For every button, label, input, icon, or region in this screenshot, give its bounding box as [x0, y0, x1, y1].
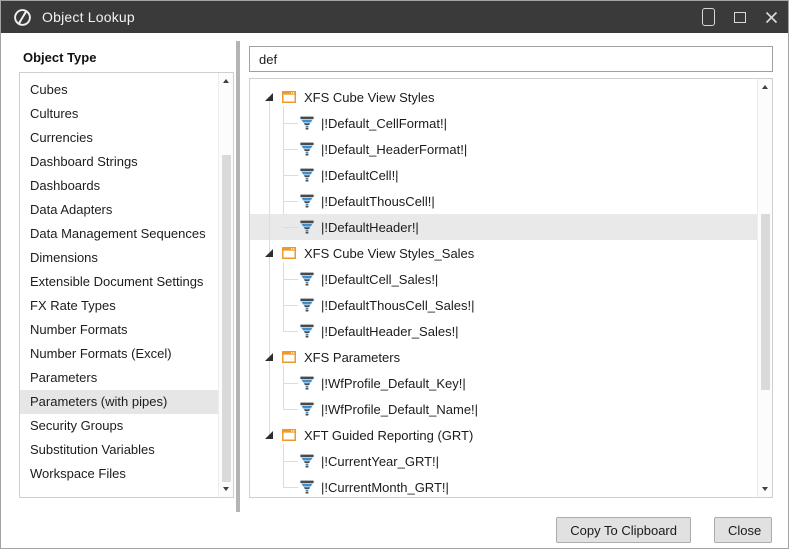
tree-item-label: |!DefaultCell_Sales!| [321, 272, 438, 287]
tree-root-guide-line [269, 97, 270, 435]
tree-item-row[interactable]: |!DefaultThousCell_Sales!| [250, 292, 757, 318]
tree-item-row[interactable]: |!Default_HeaderFormat!| [250, 136, 757, 162]
tree-item-row[interactable]: |!WfProfile_Default_Key!| [250, 370, 757, 396]
object-type-item[interactable]: Security Groups [20, 414, 218, 438]
tree-group-label: XFS Cube View Styles_Sales [304, 246, 474, 261]
document-icon[interactable] [702, 8, 715, 26]
object-type-item[interactable]: Data Management Sequences [20, 222, 218, 246]
maximize-icon[interactable] [734, 12, 746, 23]
funnel-icon [300, 272, 314, 286]
panel-splitter[interactable] [236, 41, 240, 512]
object-type-item[interactable]: Dimensions [20, 246, 218, 270]
funnel-icon [300, 116, 314, 130]
object-type-item[interactable]: Currencies [20, 126, 218, 150]
object-type-header: Object Type [23, 50, 96, 65]
tree-group-row[interactable]: XFT Guided Reporting (GRT) [250, 422, 757, 448]
scrollbar-down-arrow[interactable] [758, 482, 772, 496]
tree-item-row[interactable]: |!DefaultCell_Sales!| [250, 266, 757, 292]
tree-item-label: |!Default_CellFormat!| [321, 116, 447, 131]
tree-item-label: |!WfProfile_Default_Key!| [321, 376, 466, 391]
copy-to-clipboard-button[interactable]: Copy To Clipboard [556, 517, 691, 543]
funnel-icon [300, 402, 314, 416]
window-title: Object Lookup [42, 9, 135, 25]
group-folder-icon [282, 91, 296, 103]
titlebar[interactable]: Object Lookup [1, 1, 788, 33]
close-button[interactable]: Close [714, 517, 772, 543]
funnel-icon [300, 220, 314, 234]
funnel-icon [300, 324, 314, 338]
funnel-icon [300, 480, 314, 494]
tree-group-label: XFT Guided Reporting (GRT) [304, 428, 473, 443]
tree-item-row[interactable]: |!WfProfile_Default_Name!| [250, 396, 757, 422]
object-type-list: CubesCulturesCurrenciesDashboard Strings… [19, 72, 234, 498]
funnel-icon [300, 298, 314, 312]
tree-item-label: |!Default_HeaderFormat!| [321, 142, 467, 157]
tree-item-label: |!DefaultThousCell_Sales!| [321, 298, 474, 313]
object-type-scrollbar[interactable] [218, 73, 233, 497]
group-folder-icon [282, 247, 296, 259]
tree-item-label: |!DefaultThousCell!| [321, 194, 435, 209]
tree-group-label: XFS Parameters [304, 350, 400, 365]
object-type-item[interactable]: Extensible Document Settings [20, 270, 218, 294]
expander-expanded-icon[interactable] [264, 430, 274, 440]
object-lookup-dialog: Object Lookup Object Type CubesCulturesC… [0, 0, 789, 549]
tree-item-label: |!CurrentMonth_GRT!| [321, 480, 449, 495]
tree-item-label: |!WfProfile_Default_Name!| [321, 402, 478, 417]
tree-group-row[interactable]: XFS Cube View Styles_Sales [250, 240, 757, 266]
scrollbar-thumb[interactable] [761, 214, 770, 390]
expander-expanded-icon[interactable] [264, 248, 274, 258]
object-type-item[interactable]: Parameters (with pipes) [20, 390, 218, 414]
group-folder-icon [282, 351, 296, 363]
dialog-content: Object Type CubesCulturesCurrenciesDashb… [1, 33, 788, 548]
object-type-item[interactable]: Substitution Variables [20, 438, 218, 462]
funnel-icon [300, 142, 314, 156]
funnel-icon [300, 168, 314, 182]
tree-item-row[interactable]: |!Default_CellFormat!| [250, 110, 757, 136]
tree-item-label: |!CurrentYear_GRT!| [321, 454, 439, 469]
object-type-item[interactable]: Workspace Files [20, 462, 218, 486]
scrollbar-up-arrow[interactable] [758, 80, 772, 94]
tree-group-label: XFS Cube View Styles [304, 90, 435, 105]
funnel-icon [300, 454, 314, 468]
object-type-item[interactable]: Number Formats (Excel) [20, 342, 218, 366]
app-logo-icon [13, 8, 32, 27]
object-type-item[interactable]: Data Adapters [20, 198, 218, 222]
tree-item-row[interactable]: |!DefaultHeader_Sales!| [250, 318, 757, 344]
tree-item-row[interactable]: |!DefaultThousCell!| [250, 188, 757, 214]
object-tree: XFS Cube View Styles |!Default_CellForma… [249, 78, 773, 498]
scrollbar-thumb[interactable] [222, 155, 231, 482]
object-type-item[interactable]: Number Formats [20, 318, 218, 342]
group-folder-icon [282, 429, 296, 441]
object-type-item[interactable]: Cubes [20, 78, 218, 102]
object-type-item[interactable]: FX Rate Types [20, 294, 218, 318]
tree-item-row[interactable]: |!CurrentYear_GRT!| [250, 448, 757, 474]
tree-item-label: |!DefaultHeader_Sales!| [321, 324, 459, 339]
expander-expanded-icon[interactable] [264, 92, 274, 102]
tree-item-row[interactable]: |!DefaultHeader!| [250, 214, 757, 240]
tree-group-row[interactable]: XFS Parameters [250, 344, 757, 370]
funnel-icon [300, 376, 314, 390]
expander-expanded-icon[interactable] [264, 352, 274, 362]
tree-item-label: |!DefaultCell!| [321, 168, 399, 183]
tree-group-row[interactable]: XFS Cube View Styles [250, 84, 757, 110]
object-type-item[interactable]: Cultures [20, 102, 218, 126]
scrollbar-up-arrow[interactable] [219, 74, 233, 88]
titlebar-buttons [702, 8, 778, 26]
funnel-icon [300, 194, 314, 208]
close-icon[interactable] [765, 11, 778, 24]
tree-item-row[interactable]: |!DefaultCell!| [250, 162, 757, 188]
object-type-item[interactable]: Dashboards [20, 174, 218, 198]
search-input[interactable] [249, 46, 773, 72]
tree-item-label: |!DefaultHeader!| [321, 220, 419, 235]
object-type-item[interactable]: Parameters [20, 366, 218, 390]
tree-scrollbar[interactable] [757, 79, 772, 497]
tree-item-row[interactable]: |!CurrentMonth_GRT!| [250, 474, 757, 498]
scrollbar-down-arrow[interactable] [219, 482, 233, 496]
object-type-item[interactable]: Dashboard Strings [20, 150, 218, 174]
